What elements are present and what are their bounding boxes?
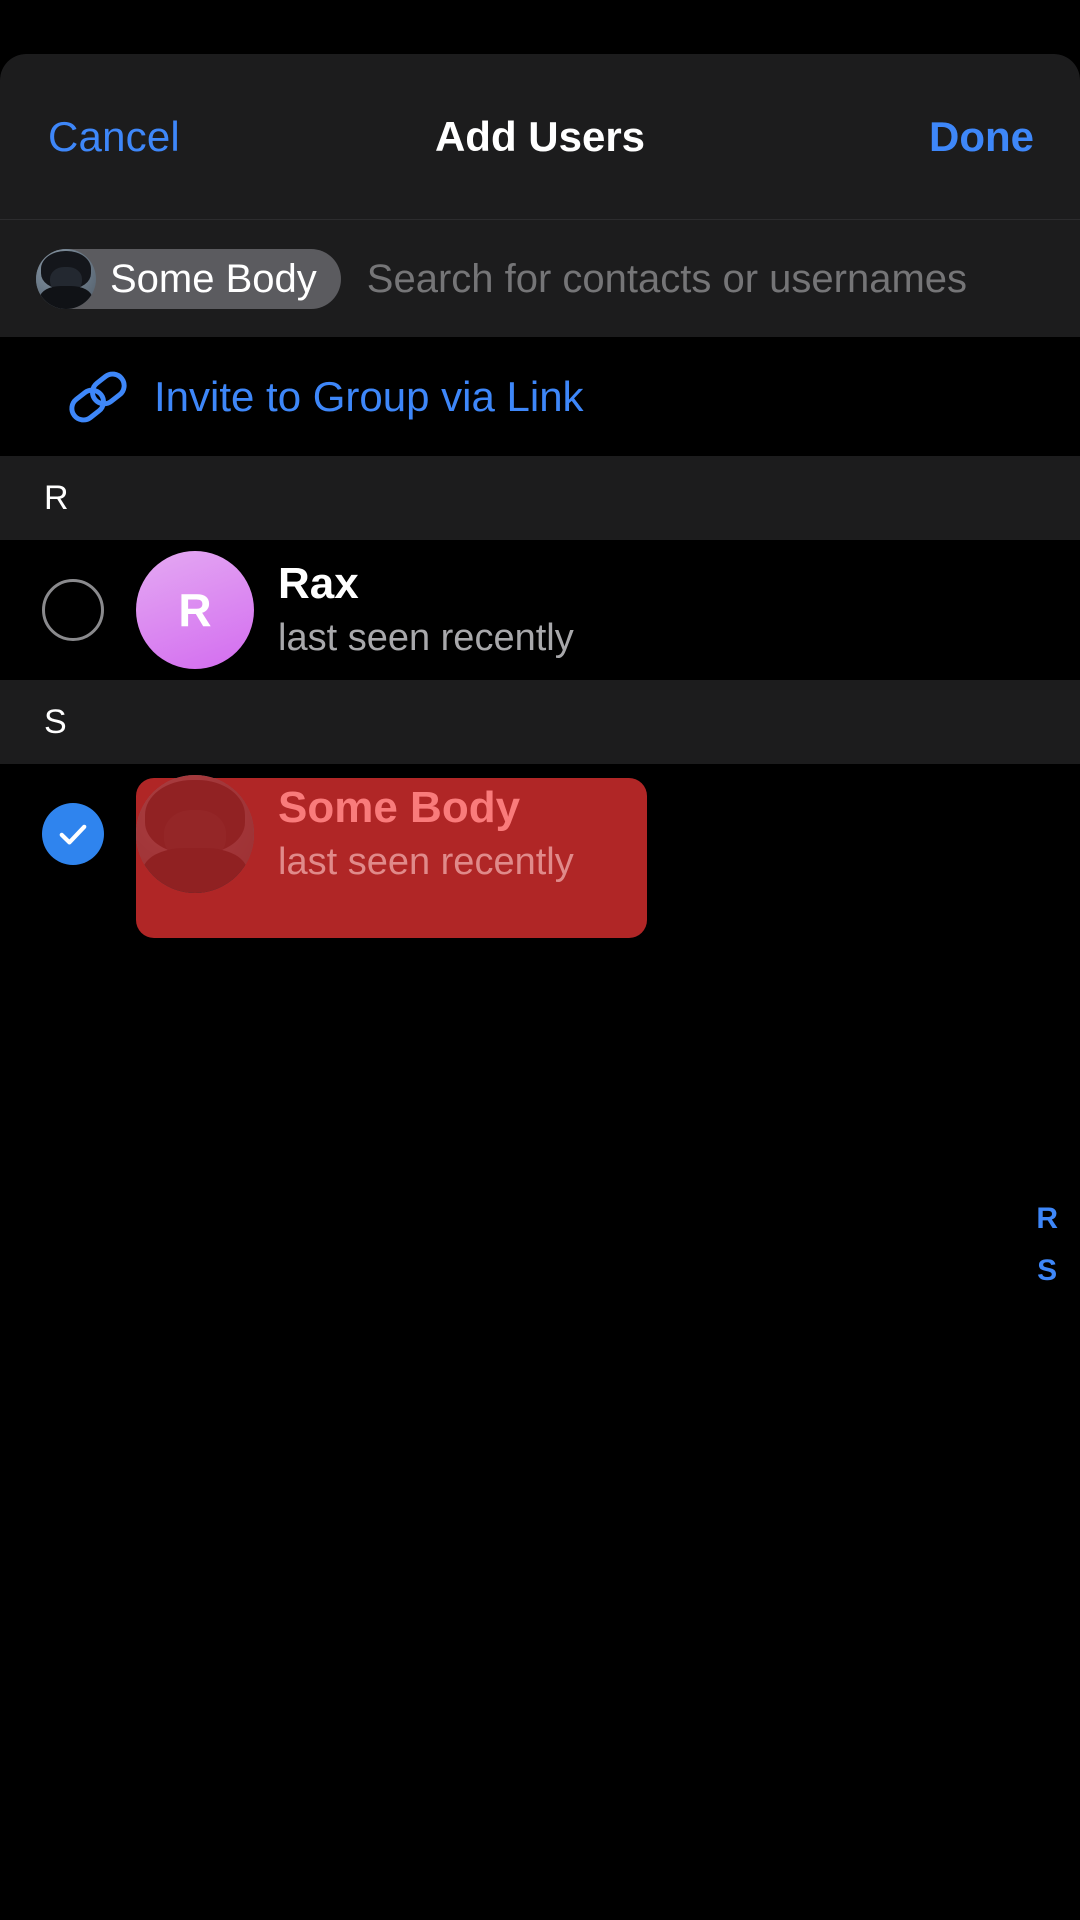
done-button[interactable]: Done (929, 113, 1034, 161)
contact-row-rax[interactable]: R Rax last seen recently (0, 540, 1080, 680)
search-input[interactable] (366, 256, 1080, 302)
contact-checkbox-rax[interactable] (42, 579, 104, 641)
checkmark-icon (59, 824, 87, 845)
contact-text-some-body: Some Body last seen recently (278, 783, 574, 885)
contact-text-rax: Rax last seen recently (278, 559, 574, 661)
search-field-container[interactable]: Some Body (0, 220, 1080, 338)
index-letter-s[interactable]: S (1037, 1256, 1057, 1286)
contact-name-some-body: Some Body (278, 782, 521, 832)
contact-checkbox-some-body[interactable] (42, 803, 104, 865)
contact-row-some-body[interactable]: Some Body last seen recently (0, 764, 1080, 938)
section-header-r: R (0, 456, 1080, 540)
avatar-some-body (136, 775, 254, 893)
alphabet-index-bar[interactable]: R S (1036, 1204, 1058, 1286)
invite-label: Invite to Group via Link (154, 373, 584, 420)
cancel-button[interactable]: Cancel (48, 113, 180, 161)
avatar-rax: R (136, 551, 254, 669)
page-title: Add Users (434, 113, 646, 160)
index-letter-r[interactable]: R (1036, 1204, 1058, 1234)
section-header-s: S (0, 680, 1080, 764)
contact-body-some-body: Some Body last seen recently (136, 764, 1080, 938)
token-avatar (36, 249, 96, 309)
contact-name-rax: Rax (278, 558, 359, 608)
contact-status-rax: last seen recently (278, 616, 574, 659)
contact-status-some-body: last seen recently (278, 840, 574, 883)
nav-bar: Cancel Add Users Done (0, 54, 1080, 220)
contact-body-rax: R Rax last seen recently (136, 540, 1080, 680)
selected-user-token[interactable]: Some Body (36, 249, 341, 309)
screen: Cancel Add Users Done Some Body Search f… (0, 0, 1080, 1920)
token-label: Some Body (110, 256, 317, 301)
add-users-sheet: Cancel Add Users Done Some Body Search f… (0, 54, 1080, 1920)
link-icon (60, 360, 136, 434)
invite-to-group-via-link-row[interactable]: Invite to Group via Link (0, 338, 1080, 456)
